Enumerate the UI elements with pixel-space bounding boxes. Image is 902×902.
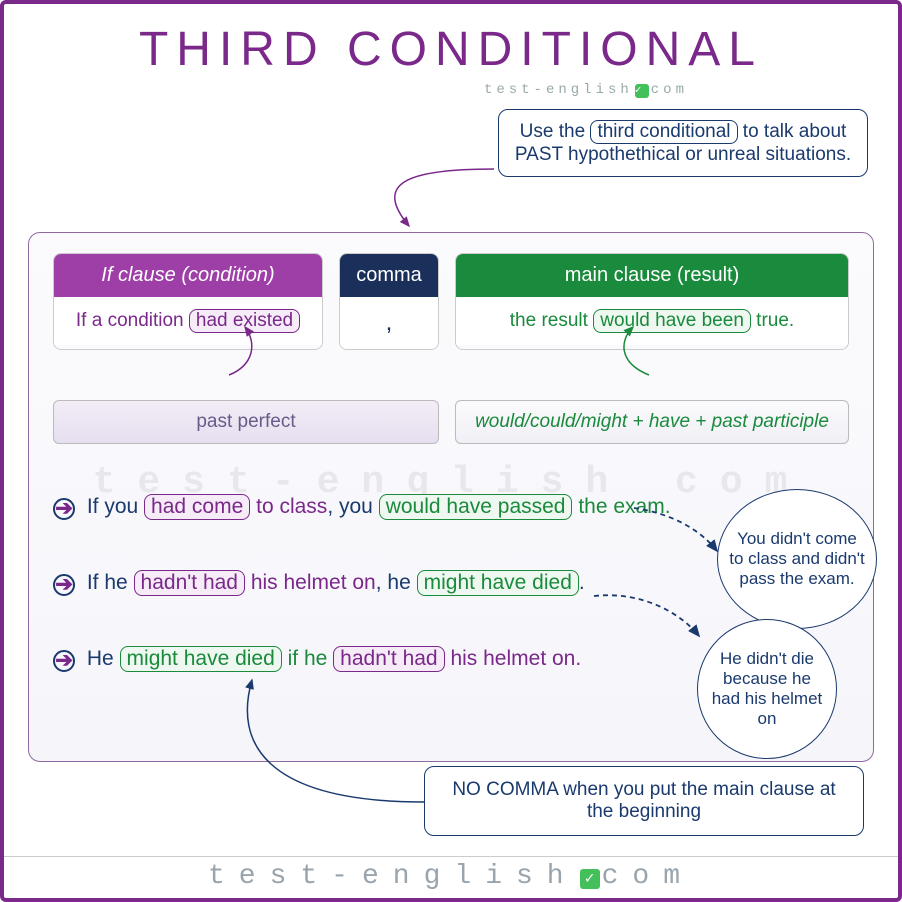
card-body: the result would have been true. — [456, 297, 848, 345]
grammar-pill: might have died — [120, 646, 282, 672]
grammar-pill: would have passed — [379, 494, 573, 520]
card-header: If clause (condition) — [54, 254, 322, 297]
brand-watermark-small: test-english✓com — [484, 82, 688, 98]
card-header: main clause (result) — [456, 254, 848, 297]
tense-label-result-form: would/could/might + have + past particip… — [455, 400, 849, 444]
brand-text: com — [651, 82, 688, 98]
example-text: , you — [327, 495, 378, 518]
example-text: If he — [87, 571, 134, 594]
check-icon: ✓ — [580, 869, 600, 889]
if-clause-card: If clause (condition) If a condition had… — [53, 253, 323, 350]
grammar-pill: might have died — [417, 570, 579, 596]
card-body: If a condition had existed — [54, 297, 322, 345]
example-text: If you — [87, 495, 144, 518]
brand-text: test-english — [484, 82, 633, 98]
highlight-pill: third conditional — [590, 120, 737, 144]
footer-text: test-english — [208, 861, 578, 892]
grammar-pill: hadn't had — [333, 646, 444, 672]
grammar-pill: had existed — [189, 309, 300, 333]
card-header: comma — [340, 254, 438, 297]
bubble-text: He didn't die because he had his helmet … — [708, 649, 826, 729]
clause-cards-row: If clause (condition) If a condition had… — [53, 253, 849, 350]
structure-panel: If clause (condition) If a condition had… — [28, 232, 874, 762]
grammar-pill: hadn't had — [134, 570, 245, 596]
bullet-icon: ➔ — [53, 498, 75, 520]
example-text: to class — [250, 495, 327, 518]
example-text: He — [87, 647, 120, 670]
callout-text: NO COMMA when you put the main clause at… — [452, 779, 835, 822]
card-text: true. — [751, 310, 794, 331]
page-frame: THIRD CONDITIONAL test-english✓com Use t… — [0, 0, 902, 902]
bullet-icon: ➔ — [53, 574, 75, 596]
no-comma-callout: NO COMMA when you put the main clause at… — [424, 766, 864, 836]
card-text: the result — [510, 310, 593, 331]
example-text: the exam. — [572, 495, 670, 518]
card-text: If a condition — [76, 310, 189, 331]
grammar-pill: had come — [144, 494, 250, 520]
example-text: his helmet on — [245, 571, 376, 594]
footer-brand: test-english✓com — [4, 856, 898, 892]
card-body: , — [340, 297, 438, 349]
main-clause-card: main clause (result) the result would ha… — [455, 253, 849, 350]
tense-labels-row: past perfect would/could/might + have + … — [53, 400, 849, 444]
example-text: if he — [282, 647, 333, 670]
example-text: , he — [376, 571, 417, 594]
bubble-text: You didn't come to class and didn't pass… — [728, 529, 866, 589]
example-sentence: ➔ If you had come to class, you would ha… — [53, 494, 849, 520]
example-text: . — [579, 571, 585, 594]
meaning-bubble: He didn't die because he had his helmet … — [697, 619, 837, 759]
meaning-bubble: You didn't come to class and didn't pass… — [717, 489, 877, 629]
grammar-pill: would have been — [593, 309, 751, 333]
callout-text: Use the — [520, 121, 591, 142]
check-icon: ✓ — [635, 84, 649, 98]
usage-callout: Use the third conditional to talk about … — [498, 109, 868, 177]
arrow-dashed-connector — [589, 591, 709, 651]
tense-label-past-perfect: past perfect — [53, 400, 439, 444]
footer-text: com — [602, 861, 694, 892]
comma-card: comma , — [339, 253, 439, 350]
example-text: his helmet on. — [445, 647, 582, 670]
bullet-icon: ➔ — [53, 650, 75, 672]
page-title: THIRD CONDITIONAL — [26, 22, 876, 77]
